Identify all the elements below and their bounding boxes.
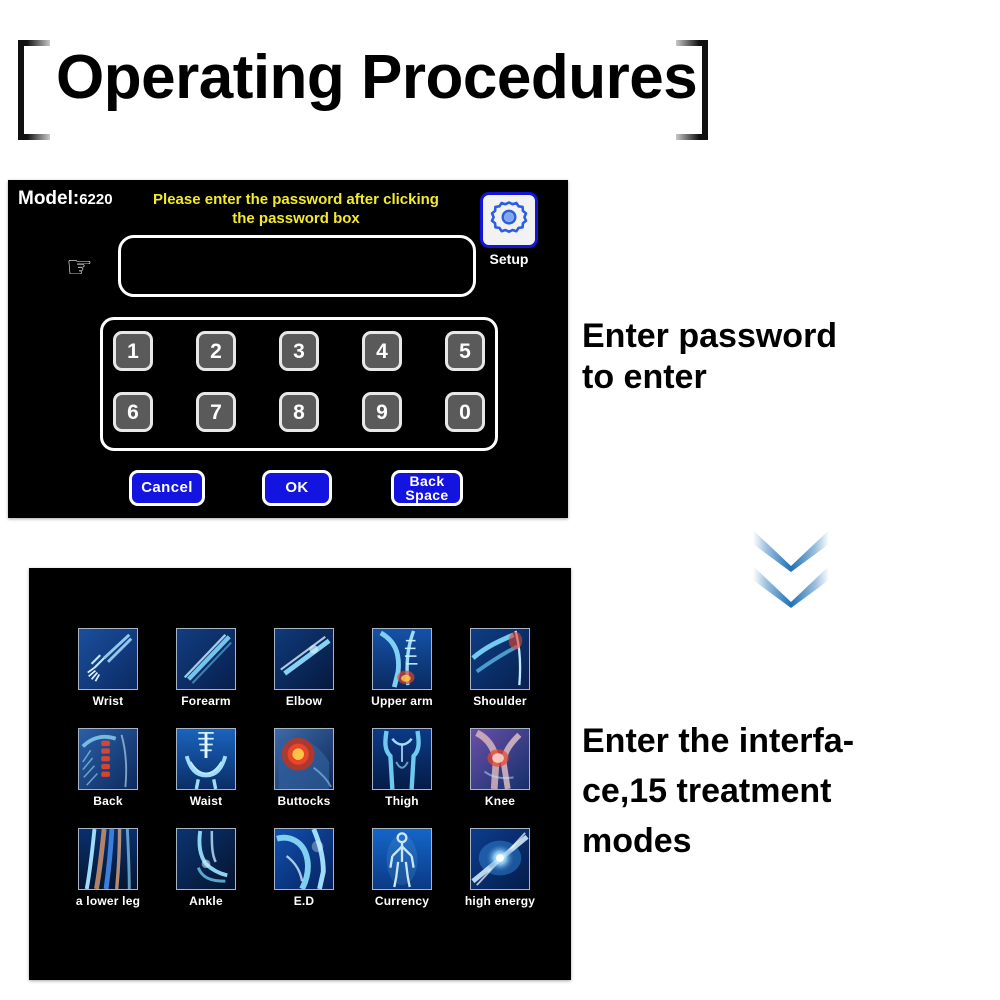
mode-label-upper-arm: Upper arm (371, 694, 433, 708)
mode-tile-upper-arm[interactable]: Upper arm (353, 628, 451, 708)
mode-tile-shoulder[interactable]: Shoulder (451, 628, 549, 708)
caption-step-2-line-3: modes (582, 822, 692, 860)
mode-tile-ed[interactable]: E.D (255, 828, 353, 908)
cancel-button[interactable]: Cancel (129, 470, 205, 506)
caption-step-1-line-1: Enter password (582, 317, 838, 355)
xray-currency-icon (372, 828, 432, 890)
key-2[interactable]: 2 (196, 331, 236, 371)
mode-tile-forearm[interactable]: Forearm (157, 628, 255, 708)
key-3[interactable]: 3 (279, 331, 319, 371)
key-8[interactable]: 8 (279, 392, 319, 432)
ok-button[interactable]: OK (262, 470, 332, 506)
numeric-keypad: 1 2 3 4 5 6 7 8 9 0 (100, 317, 498, 451)
caption-step-2: Enter the interfa- ce,15 treatment modes (582, 716, 982, 866)
mode-tile-knee[interactable]: Knee (451, 728, 549, 808)
backspace-button[interactable]: Back Space (391, 470, 463, 506)
xray-waist-icon (176, 728, 236, 790)
xray-wrist-icon (78, 628, 138, 690)
caption-step-2-line-2: ce,15 treatment (582, 772, 832, 810)
mode-tile-high-energy[interactable]: high energy (451, 828, 549, 908)
model-number: 6220 (79, 191, 113, 208)
key-0[interactable]: 0 (445, 392, 485, 432)
mode-label-high-energy: high energy (464, 894, 536, 908)
mode-tile-back[interactable]: Back (59, 728, 157, 808)
mode-label-ankle: Ankle (189, 894, 223, 908)
mode-label-waist: Waist (189, 794, 223, 808)
mode-tile-elbow[interactable]: Elbow (255, 628, 353, 708)
chevron-down-icon-2 (753, 566, 829, 608)
backspace-label-line2: Space (405, 487, 449, 503)
xray-lower-leg-icon (78, 828, 138, 890)
page-title: Operating Procedures (18, 40, 708, 140)
mode-label-a-lower-leg: a lower leg (75, 894, 141, 908)
mode-label-buttocks: Buttocks (277, 794, 331, 808)
password-action-row: Cancel OK Back Space (100, 470, 498, 510)
double-chevron-down-icon (748, 528, 834, 614)
key-6[interactable]: 6 (113, 392, 153, 432)
xray-shoulder-icon (470, 628, 530, 690)
mode-label-knee: Knee (484, 794, 516, 808)
xray-high-energy-icon (470, 828, 530, 890)
password-input[interactable] (118, 235, 476, 297)
page-title-text: Operating Procedures (56, 43, 698, 112)
xray-thigh-icon (372, 728, 432, 790)
treatment-modes-screen-panel: Wrist Forearm Elbow Upper arm Shoulder B… (29, 568, 571, 980)
xray-knee-icon (470, 728, 530, 790)
xray-buttocks-icon (274, 728, 334, 790)
model-prefix: Model: (18, 188, 80, 209)
xray-ed-icon (274, 828, 334, 890)
mode-label-wrist: Wrist (92, 694, 124, 708)
caption-step-2-line-1: Enter the interfa- (582, 722, 855, 760)
xray-upper-arm-icon (372, 628, 432, 690)
password-field-row: ☞ (8, 235, 488, 307)
mode-label-back: Back (93, 794, 123, 808)
mode-tile-a-lower-leg[interactable]: a lower leg (59, 828, 157, 908)
mode-tile-currency[interactable]: Currency (353, 828, 451, 908)
treatment-modes-grid: Wrist Forearm Elbow Upper arm Shoulder B… (59, 628, 549, 908)
password-instruction-text: Please enter the password after clicking… (153, 191, 439, 227)
key-1[interactable]: 1 (113, 331, 153, 371)
key-7[interactable]: 7 (196, 392, 236, 432)
key-5[interactable]: 5 (445, 331, 485, 371)
mode-label-elbow: Elbow (285, 694, 323, 708)
mode-tile-thigh[interactable]: Thigh (353, 728, 451, 808)
mode-label-forearm: Forearm (181, 694, 231, 708)
caption-step-1: Enter password to enter (582, 316, 982, 398)
password-screen-panel: Model:6220 Please enter the password aft… (8, 180, 568, 518)
mode-tile-wrist[interactable]: Wrist (59, 628, 157, 708)
pointing-hand-right-icon: ☞ (66, 251, 93, 284)
gear-icon (489, 198, 529, 243)
mode-tile-ankle[interactable]: Ankle (157, 828, 255, 908)
keypad-row-2: 6 7 8 9 0 (113, 392, 485, 439)
key-4[interactable]: 4 (362, 331, 402, 371)
mode-tile-waist[interactable]: Waist (157, 728, 255, 808)
setup-button[interactable] (480, 192, 538, 248)
xray-ankle-icon (176, 828, 236, 890)
keypad-row-1: 1 2 3 4 5 (113, 331, 485, 378)
mode-label-currency: Currency (374, 894, 430, 908)
xray-forearm-icon (176, 628, 236, 690)
model-label: Model:6220 (18, 188, 113, 210)
key-9[interactable]: 9 (362, 392, 402, 432)
title-bracket-left (18, 40, 50, 140)
xray-back-icon (78, 728, 138, 790)
mode-tile-buttocks[interactable]: Buttocks (255, 728, 353, 808)
mode-label-thigh: Thigh (385, 794, 419, 808)
mode-label-ed: E.D (293, 894, 315, 908)
caption-step-1-line-2: to enter (582, 358, 707, 396)
xray-elbow-icon (274, 628, 334, 690)
mode-label-shoulder: Shoulder (473, 694, 527, 708)
